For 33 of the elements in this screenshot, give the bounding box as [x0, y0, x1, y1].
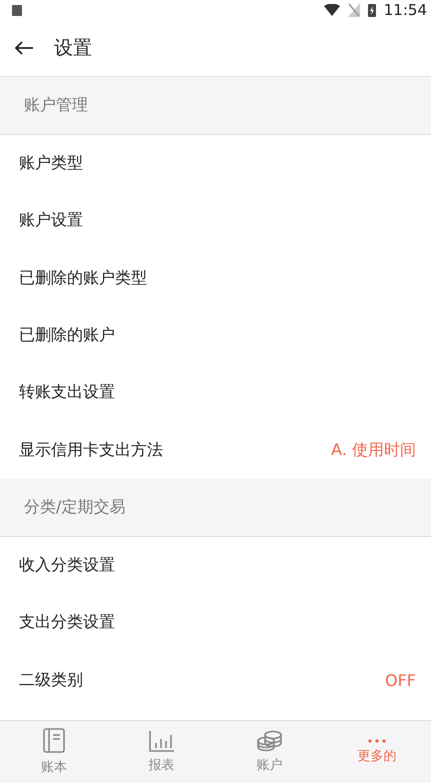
battery-charging-icon [368, 4, 376, 16]
setting-label: 转账支出设置 [19, 382, 115, 404]
settings-row[interactable]: 已删除的账户类型 [0, 250, 431, 307]
setting-value: A. 使用时间 [331, 440, 416, 461]
setting-label: 已删除的账户类型 [19, 268, 147, 289]
page-title: 设置 [54, 36, 92, 61]
settings-row[interactable]: 已删除的账户 [0, 306, 431, 364]
setting-label: 支出分类设置 [19, 612, 115, 634]
status-time: 11:54 [384, 1, 427, 19]
setting-label: 已删除的账户 [19, 325, 115, 346]
setting-label: 账户设置 [19, 210, 83, 232]
section-header: 分类/定期交易 [0, 478, 431, 537]
bar-chart-icon [148, 730, 175, 752]
setting-label: 显示信用卡支出方法 [19, 440, 163, 461]
book-icon [42, 728, 66, 754]
settings-row[interactable]: 二级类别 OFF [0, 651, 431, 709]
settings-row[interactable]: 账户设置 [0, 192, 431, 250]
coins-icon [256, 730, 282, 752]
settings-row[interactable]: 收入分类设置 [0, 536, 431, 594]
section-header: 账户管理 [0, 77, 431, 135]
settings-row[interactable]: 转账支出设置 [0, 364, 431, 422]
setting-value: OFF [385, 670, 416, 690]
wifi-icon [324, 4, 340, 16]
settings-row[interactable]: 账户类型 [0, 135, 431, 192]
setting-label: 收入分类设置 [19, 554, 115, 576]
app-notification-icon [12, 4, 22, 16]
setting-label: 账户类型 [19, 153, 83, 174]
setting-label: 二级类别 [19, 670, 83, 691]
settings-row[interactable]: 支出分类设置 [0, 594, 431, 652]
no-signal-icon [348, 3, 360, 17]
back-arrow-icon[interactable] [14, 40, 34, 56]
settings-row[interactable]: 显示信用卡支出方法 A. 使用时间 [0, 421, 431, 479]
more-icon [368, 739, 386, 743]
